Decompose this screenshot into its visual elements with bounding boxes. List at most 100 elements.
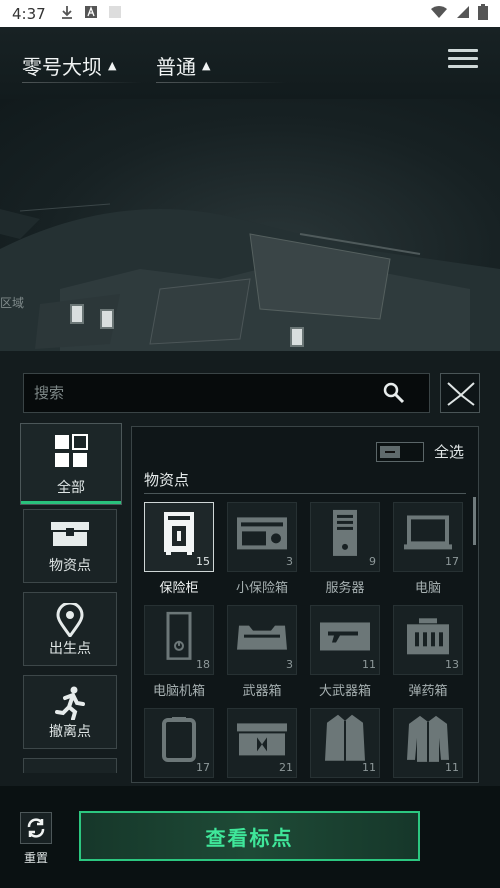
- item-count: 3: [286, 658, 293, 671]
- map-selector-underline: [22, 82, 142, 83]
- category-label: 全部: [57, 480, 85, 496]
- caret-up-icon: ▲: [108, 59, 117, 72]
- item-small-safe[interactable]: 3: [227, 502, 297, 572]
- battery-icon: [478, 3, 488, 24]
- map-selector[interactable]: 零号大坝 ▲: [22, 51, 116, 80]
- difficulty-name: 普通: [156, 55, 196, 79]
- menu-button[interactable]: [448, 49, 478, 71]
- small-safe-icon: [236, 515, 288, 555]
- item-label: 弹药箱: [408, 684, 448, 699]
- item-count: 9: [369, 555, 376, 568]
- menu-icon-line: [448, 57, 478, 60]
- item-label: 保险柜: [159, 581, 199, 596]
- backpack-icon: [161, 716, 197, 766]
- item-label: 电脑机箱: [152, 684, 205, 699]
- item-count: 21: [279, 761, 293, 774]
- item-backpack[interactable]: 17: [144, 708, 214, 778]
- map-name: 零号大坝: [22, 55, 102, 79]
- item-label: 小保险箱: [235, 581, 288, 596]
- status-time: 4:37: [12, 4, 46, 23]
- category-more[interactable]: [23, 758, 117, 773]
- pc-case-icon: [166, 611, 192, 664]
- item-label: 大武器箱: [318, 684, 371, 699]
- supply-crate-icon: [50, 520, 90, 552]
- item-safe[interactable]: 15: [144, 502, 214, 572]
- item-count: 15: [196, 555, 210, 568]
- ammo-box-icon: [405, 617, 451, 659]
- category-extract[interactable]: 撤离点: [23, 675, 117, 749]
- section-title: 物资点: [144, 471, 190, 489]
- search-input[interactable]: [34, 384, 374, 402]
- close-button[interactable]: [440, 373, 480, 413]
- reset-button[interactable]: 重置: [18, 812, 54, 866]
- map-marker-icon[interactable]: [290, 327, 304, 347]
- caret-up-icon: ▲: [202, 59, 211, 72]
- wifi-icon: [430, 5, 448, 23]
- search-box: [23, 373, 430, 413]
- item-ammo-box[interactable]: 13: [393, 605, 463, 675]
- difficulty-selector[interactable]: 普通 ▲: [156, 51, 210, 80]
- difficulty-selector-underline: [156, 82, 286, 83]
- item-pc-case[interactable]: 18: [144, 605, 214, 675]
- select-all-label: 全选: [433, 443, 464, 461]
- view-markers-button[interactable]: 查看标点: [79, 811, 420, 861]
- category-label: 撤离点: [49, 724, 91, 740]
- filter-panel: 全部 物资点 出生点 撤离点: [0, 351, 500, 786]
- app-root: 4:37 零号大坝 ▲ 普通 ▲ 区域 搜索 全部 物资点 出生点 撤离点 全选…: [0, 0, 500, 888]
- item-grid-panel: 全选 物资点 15 3 9 17 保险柜 小保险箱 服务器 电脑 18 3 11…: [131, 426, 479, 783]
- category-label: 出生点: [49, 641, 91, 657]
- item-medical-box[interactable]: 21: [227, 708, 297, 778]
- item-label: 武器箱: [242, 684, 282, 699]
- refresh-icon: [20, 812, 52, 844]
- category-list: 全部 物资点 出生点 撤离点: [20, 423, 122, 773]
- scrollbar[interactable]: [473, 497, 476, 545]
- item-count: 17: [445, 555, 459, 568]
- item-count: 3: [286, 555, 293, 568]
- item-count: 18: [196, 658, 210, 671]
- map-marker-icon[interactable]: [70, 304, 84, 324]
- top-header: 零号大坝 ▲ 普通 ▲: [0, 27, 500, 99]
- status-bar: 4:37: [0, 0, 500, 27]
- search-icon[interactable]: [383, 382, 405, 408]
- category-label: 物资点: [49, 558, 91, 574]
- category-supply[interactable]: 物资点: [23, 509, 117, 583]
- select-all-toggle[interactable]: [375, 441, 424, 462]
- menu-icon-line: [448, 65, 478, 68]
- item-count: 11: [362, 761, 376, 774]
- map-marker-icon[interactable]: [100, 309, 114, 329]
- menu-icon: [448, 49, 478, 52]
- medical-box-icon: [235, 721, 289, 761]
- grid-icon: [54, 434, 88, 472]
- item-label: 电脑: [414, 581, 441, 596]
- item-large-weapon-box[interactable]: 11: [310, 605, 380, 675]
- blank-icon: [108, 5, 122, 23]
- bottom-bar: 重置 查看标点: [0, 786, 500, 888]
- a-icon: [84, 5, 98, 23]
- select-all-control[interactable]: 全选: [375, 441, 464, 462]
- section-divider: [144, 493, 466, 494]
- status-right: [430, 3, 488, 24]
- item-laptop[interactable]: 17: [393, 502, 463, 572]
- toggle-knob: [379, 445, 400, 458]
- item-weapon-box[interactable]: 3: [227, 605, 297, 675]
- item-jacket[interactable]: 11: [393, 708, 463, 778]
- category-all[interactable]: 全部: [20, 423, 122, 505]
- item-count: 11: [362, 658, 376, 671]
- download-icon: [60, 5, 74, 23]
- category-spawn[interactable]: 出生点: [23, 592, 117, 666]
- safe-icon: [162, 510, 196, 560]
- map-view[interactable]: 区域: [0, 99, 500, 351]
- running-man-icon: [55, 686, 85, 724]
- item-server[interactable]: 9: [310, 502, 380, 572]
- jacket-icon: [405, 714, 451, 768]
- coat-icon: [323, 713, 367, 769]
- close-icon: [447, 382, 475, 406]
- item-label: 服务器: [325, 581, 365, 596]
- laptop-icon: [403, 515, 453, 555]
- weapon-box-icon: [235, 622, 289, 656]
- location-pin-icon: [56, 601, 84, 641]
- reset-label: 重置: [23, 851, 48, 865]
- item-coat[interactable]: 11: [310, 708, 380, 778]
- item-count: 13: [445, 658, 459, 671]
- item-count: 17: [196, 761, 210, 774]
